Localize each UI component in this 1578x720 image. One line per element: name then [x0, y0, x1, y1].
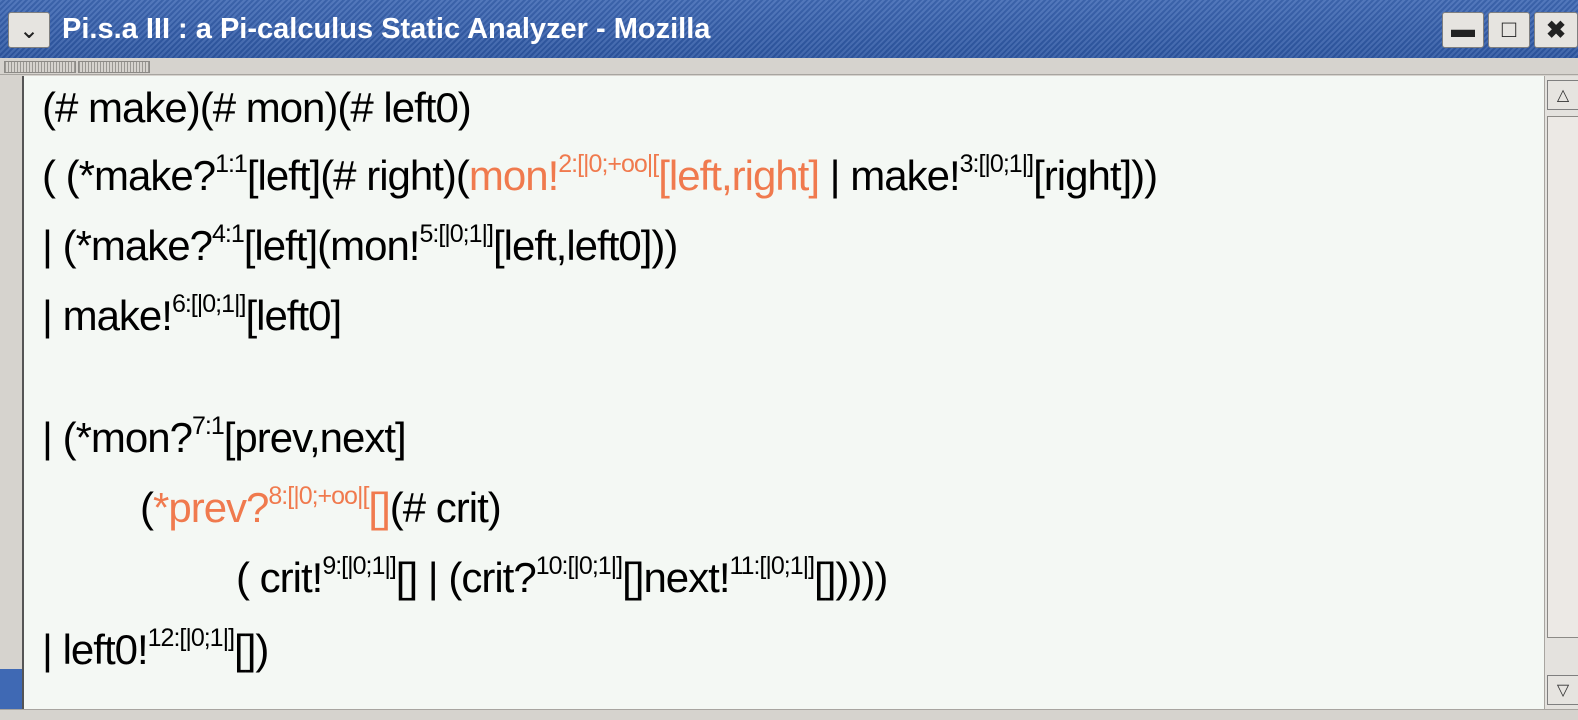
channel-label: 11:[|0;1|]	[729, 552, 816, 580]
code-text: | make!	[819, 152, 961, 199]
code-text: [left](# right)(	[246, 152, 470, 199]
arrow-up-icon: △	[1556, 87, 1570, 104]
scroll-up-button[interactable]: △	[1547, 80, 1578, 110]
channel-label: 12:[|0;1|]	[147, 624, 235, 652]
page-content: (# make)(# mon)(# left0) ( (*make?1:1[le…	[22, 76, 1546, 709]
code-text: []))))	[814, 554, 888, 601]
code-text: [left,left0]))	[492, 222, 678, 269]
code-text: ( (*make?	[42, 152, 216, 199]
program-line: ( crit!9:[|0;1|][] | (crit?10:[|0;1|][]n…	[236, 552, 888, 602]
window-title: Pi.s.a III : a Pi-calculus Static Analyz…	[62, 13, 711, 45]
channel-label: 7:1	[191, 412, 225, 440]
code-text: [])	[234, 626, 269, 673]
highlighted-code: mon!	[468, 152, 559, 199]
channel-label: 4:1	[211, 220, 245, 248]
program-line: (# make)(# mon)(# left0)	[42, 84, 472, 132]
maximize-icon: □	[1501, 16, 1517, 43]
close-icon: ✖	[1545, 16, 1567, 44]
channel-label: 9:[|0;1|]	[322, 552, 396, 580]
chevron-down-icon: ⌄	[18, 16, 40, 44]
arrow-down-icon: ▽	[1556, 682, 1570, 699]
bottom-frame	[0, 709, 1578, 720]
channel-label: 6:[|0;1|]	[171, 290, 246, 318]
code-text: []next!	[622, 554, 730, 601]
scroll-down-button[interactable]: ▽	[1547, 675, 1578, 705]
scrollbar-thumb[interactable]	[1547, 116, 1578, 638]
window-menu-button[interactable]: ⌄	[8, 12, 50, 48]
minimize-icon: ▬	[1451, 16, 1475, 43]
left-frame	[0, 76, 22, 709]
code-text: [prev,next]	[223, 414, 407, 461]
title-bar[interactable]: ⌄ Pi.s.a III : a Pi-calculus Static Anal…	[0, 0, 1578, 59]
code-text: | make!	[42, 292, 173, 339]
program-line: (*prev?8:[|0;+oo|[[](# crit)	[140, 482, 502, 532]
code-text: [left0]	[245, 292, 342, 339]
code-text: ( crit!	[236, 554, 323, 601]
program-line: | left0!12:[|0;1|][])	[42, 624, 269, 674]
code-text: [left](mon!	[243, 222, 421, 269]
program-line: | (*make?4:1[left](mon!5:[|0;1|][left,le…	[42, 220, 678, 270]
code-text: | (*make?	[42, 222, 213, 269]
program-line: | make!6:[|0;1|][left0]	[42, 290, 342, 340]
channel-label: 5:[|0;1|]	[419, 220, 493, 248]
highlighted-channel-label: 8:[|0;+oo|[	[268, 482, 369, 510]
channel-label: 3:[|0;1|]	[959, 150, 1034, 178]
toolbar-grippy[interactable]	[4, 61, 76, 73]
vertical-scrollbar[interactable]: △ ▽	[1544, 76, 1578, 709]
code-text: (# make)(# mon)(# left0)	[42, 84, 472, 131]
toolbar-grippy[interactable]	[78, 61, 150, 73]
code-text: [right]))	[1033, 152, 1158, 199]
channel-label: 10:[|0;1|]	[535, 552, 623, 580]
browser-window: ⌄ Pi.s.a III : a Pi-calculus Static Anal…	[0, 0, 1578, 720]
code-text: [] | (crit?	[395, 554, 537, 601]
code-text: (	[140, 484, 154, 531]
frame-accent	[0, 669, 22, 709]
maximize-button[interactable]: □	[1488, 12, 1530, 48]
highlighted-channel-label: 2:[|0;+oo|[	[558, 150, 659, 178]
highlighted-code: []	[368, 484, 390, 531]
code-text: | left0!	[42, 626, 149, 673]
close-button[interactable]: ✖	[1534, 12, 1578, 48]
highlighted-code: *prev?	[153, 484, 269, 531]
program-line: | (*mon?7:1[prev,next]	[42, 412, 407, 462]
toolbar-grippy-strip	[0, 58, 1578, 75]
code-text: | (*mon?	[42, 414, 193, 461]
channel-label: 1:1	[215, 150, 248, 178]
code-text: (# crit)	[389, 484, 502, 531]
program-line: ( (*make?1:1[left](# right)(mon!2:[|0;+o…	[42, 150, 1158, 200]
minimize-button[interactable]: ▬	[1442, 12, 1484, 48]
highlighted-code: [left,right]	[658, 152, 820, 199]
